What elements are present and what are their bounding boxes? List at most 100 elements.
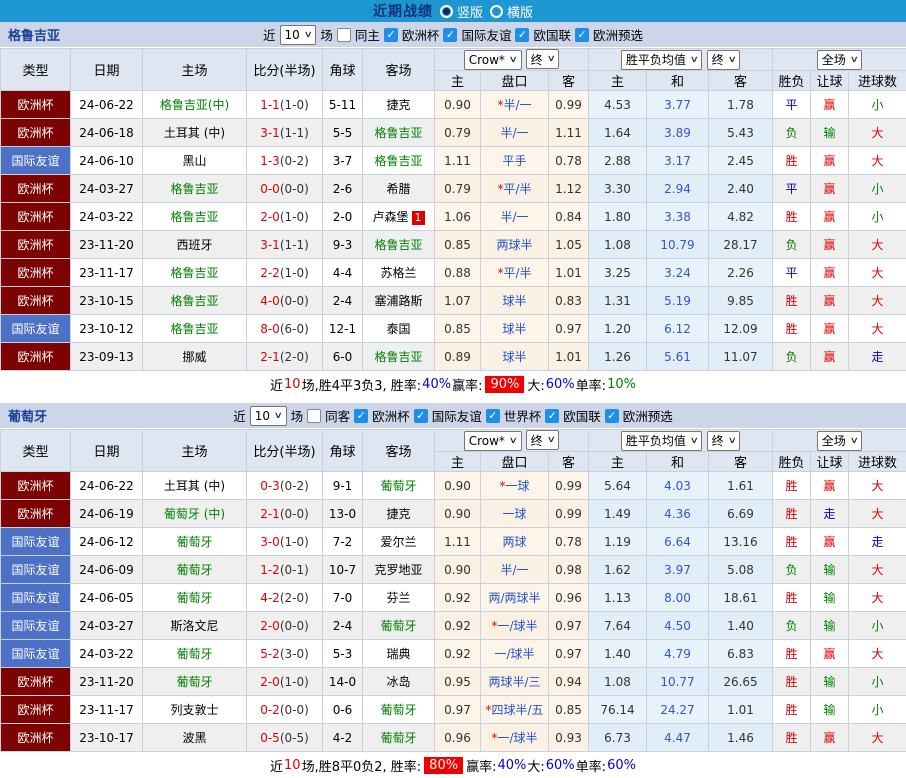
league-checkbox[interactable]: ✓: [515, 28, 529, 42]
avg-home-odds: 1.08: [589, 231, 647, 259]
avg-draw-odds: 3.24: [647, 259, 709, 287]
away-team: 克罗地亚: [363, 556, 435, 584]
radio-unselected-icon[interactable]: [490, 5, 503, 18]
result-cell: 负: [773, 612, 811, 640]
sub-col-header: 盘口: [481, 452, 549, 472]
avg-draw-value: 24.27: [660, 703, 694, 717]
home-team: 葡萄牙: [143, 640, 247, 668]
league-checkbox[interactable]: ✓: [414, 409, 428, 423]
radio-horizontal-layout[interactable]: 横版: [490, 2, 533, 21]
page-title: 近期战绩: [373, 1, 433, 21]
avg-select[interactable]: 胜平负均值∨: [621, 431, 703, 451]
sub-col-header: 盘口: [481, 71, 549, 91]
sub-col-header: 主: [435, 452, 481, 472]
crow-away-odds: 0.78: [549, 147, 589, 175]
corner-cell: 5-11: [323, 91, 363, 119]
final-select[interactable]: 终∨: [526, 430, 560, 450]
home-team: 格鲁吉亚: [143, 203, 247, 231]
col-header: 比分(半场): [247, 430, 323, 472]
avg-draw-odds: 4.36: [647, 500, 709, 528]
goals-result-cell: 走: [849, 343, 906, 371]
match-count-select[interactable]: 10∨: [280, 25, 317, 45]
full-match-select[interactable]: 全场∨: [817, 431, 863, 451]
crow-home-odds: 1.11: [435, 528, 481, 556]
section-header: 葡萄牙 近10∨场同客✓欧洲杯✓国际友谊✓世界杯✓欧国联✓欧洲预选: [0, 403, 906, 429]
summary-segment: 大:: [527, 756, 544, 775]
handicap-cell: 球半: [481, 315, 549, 343]
avg-away-odds: 2.45: [709, 147, 773, 175]
type-cell: 欧洲杯: [1, 343, 71, 371]
league-checkbox[interactable]: ✓: [486, 409, 500, 423]
col-header: 类型: [1, 430, 71, 472]
date-cell: 24-06-05: [71, 584, 143, 612]
handicap-text: 平/半: [503, 266, 531, 280]
handicap-text: 一/球半: [497, 731, 537, 745]
league-checkbox[interactable]: ✓: [575, 28, 589, 42]
corner-cell: 4-4: [323, 259, 363, 287]
league-checkbox[interactable]: ✓: [545, 409, 559, 423]
handicap-cell: *一/球半: [481, 724, 549, 752]
goals-result-cell: 大: [849, 231, 906, 259]
col-header: 日期: [71, 430, 143, 472]
home-team: 波黑: [143, 724, 247, 752]
result-cell: 平: [773, 259, 811, 287]
match-count-select[interactable]: 10∨: [250, 406, 287, 426]
table-row: 欧洲杯23-11-20葡萄牙2-0(1-0)14-0冰岛0.95两球半/三0.9…: [1, 668, 906, 696]
league-label: 国际友谊: [432, 406, 482, 425]
avg-select[interactable]: 胜平负均值∨: [621, 50, 703, 70]
col-header: 客场: [363, 430, 435, 472]
handicap-result-cell: 输: [811, 119, 849, 147]
date-cell: 23-09-13: [71, 343, 143, 371]
league-label: 欧国联: [563, 406, 601, 425]
league-checkbox[interactable]: ✓: [443, 28, 457, 42]
same-venue-checkbox[interactable]: [307, 409, 321, 423]
crow-home-odds: 0.90: [435, 556, 481, 584]
half-score: (1-0): [280, 266, 309, 280]
table-row: 欧洲杯23-11-17列支敦士0-2(0-0)0-6葡萄牙0.97*四球半/五0…: [1, 696, 906, 724]
full-score: 2-0: [260, 210, 280, 224]
avg-away-odds: 1.61: [709, 472, 773, 500]
handicap-text: 半/一: [503, 98, 531, 112]
radio-vertical-layout[interactable]: 竖版: [440, 2, 483, 21]
top-bar: 近期战绩 竖版 横版: [0, 0, 906, 22]
score-cell: 3-1(1-1): [247, 231, 323, 259]
final-select[interactable]: 终∨: [526, 49, 560, 69]
result-cell: 胜: [773, 287, 811, 315]
sub-col-header: 胜负: [773, 71, 811, 91]
summary-line: 近10场,胜4平3负3, 胜率:40% 赢率:90% 大:60% 单率:10%: [0, 371, 906, 397]
avg-draw-value: 3.24: [664, 266, 691, 280]
table-row: 欧洲杯24-06-18土耳其 (中)3-1(1-1)5-5格鲁吉亚0.79半/一…: [1, 119, 906, 147]
final-select-2[interactable]: 终∨: [707, 50, 741, 70]
result-cell: 胜: [773, 724, 811, 752]
full-match-select[interactable]: 全场∨: [817, 50, 863, 70]
avg-home-odds: 6.73: [589, 724, 647, 752]
half-score: (0-0): [280, 507, 309, 521]
crow-home-odds: 0.90: [435, 500, 481, 528]
avg-draw-value: 4.79: [664, 647, 691, 661]
score-cell: 2-2(1-0): [247, 259, 323, 287]
league-checkbox[interactable]: ✓: [354, 409, 368, 423]
summary-segment: 10: [284, 377, 301, 392]
avg-home-odds: 1.08: [589, 668, 647, 696]
crow-select[interactable]: Crow*∨: [464, 431, 522, 451]
half-score: (2-0): [280, 591, 309, 605]
full-score: 0-5: [260, 731, 280, 745]
radio-selected-icon[interactable]: [440, 5, 453, 18]
final-select-2[interactable]: 终∨: [707, 431, 741, 451]
handicap-cell: 半/一: [481, 119, 549, 147]
home-team: 挪威: [143, 343, 247, 371]
handicap-result-cell: 赢: [811, 472, 849, 500]
result-cell: 负: [773, 556, 811, 584]
league-checkbox[interactable]: ✓: [384, 28, 398, 42]
same-venue-checkbox[interactable]: [337, 28, 351, 42]
crow-select[interactable]: Crow*∨: [464, 50, 522, 70]
league-checkbox[interactable]: ✓: [605, 409, 619, 423]
date-cell: 24-06-19: [71, 500, 143, 528]
half-score: (6-0): [280, 322, 309, 336]
summary-segment: 单率:: [576, 375, 606, 394]
final-select-2-value: 终: [712, 432, 724, 449]
avg-home-odds: 5.64: [589, 472, 647, 500]
summary-segment: 近: [270, 375, 283, 394]
score-cell: 0-0(0-0): [247, 175, 323, 203]
type-cell: 国际友谊: [1, 528, 71, 556]
